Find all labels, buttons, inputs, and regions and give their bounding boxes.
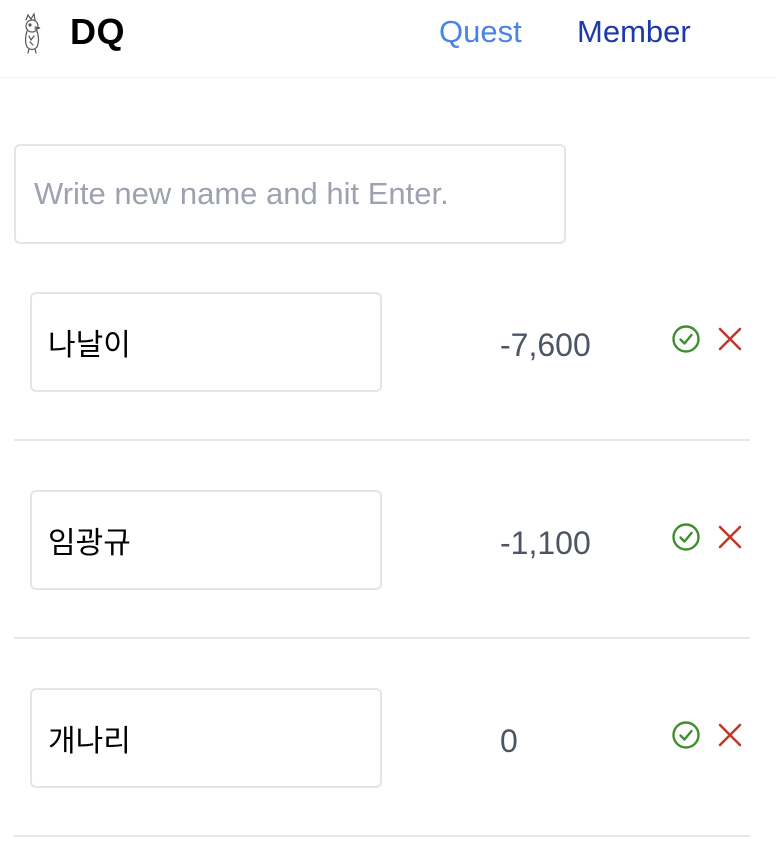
check-circle-icon xyxy=(672,721,700,749)
member-balance: 0 xyxy=(500,723,518,759)
member-balance: -7,600 xyxy=(500,327,591,363)
bird-mascot-icon[interactable] xyxy=(18,12,46,54)
top-nav-bar: DQ Quest Member xyxy=(0,0,776,78)
close-x-icon xyxy=(718,723,742,747)
close-x-icon xyxy=(718,327,742,351)
member-row: 0 xyxy=(14,639,750,837)
member-balance: -1,100 xyxy=(500,525,591,561)
member-name-field[interactable] xyxy=(30,292,382,392)
new-member-name-input[interactable] xyxy=(14,144,566,244)
brand-title[interactable]: DQ xyxy=(70,10,125,54)
member-name-field[interactable] xyxy=(30,490,382,590)
check-circle-icon xyxy=(672,523,700,551)
confirm-button[interactable] xyxy=(670,521,702,553)
nav-link-member[interactable]: Member xyxy=(577,12,691,52)
nav-link-quest[interactable]: Quest xyxy=(439,12,522,52)
member-row: -7,600 xyxy=(14,243,750,441)
delete-button[interactable] xyxy=(714,719,746,751)
confirm-button[interactable] xyxy=(670,719,702,751)
confirm-button[interactable] xyxy=(670,323,702,355)
delete-button[interactable] xyxy=(714,323,746,355)
member-name-field[interactable] xyxy=(30,688,382,788)
check-circle-icon xyxy=(672,325,700,353)
member-row: -1,100 xyxy=(14,441,750,639)
close-x-icon xyxy=(718,525,742,549)
delete-button[interactable] xyxy=(714,521,746,553)
